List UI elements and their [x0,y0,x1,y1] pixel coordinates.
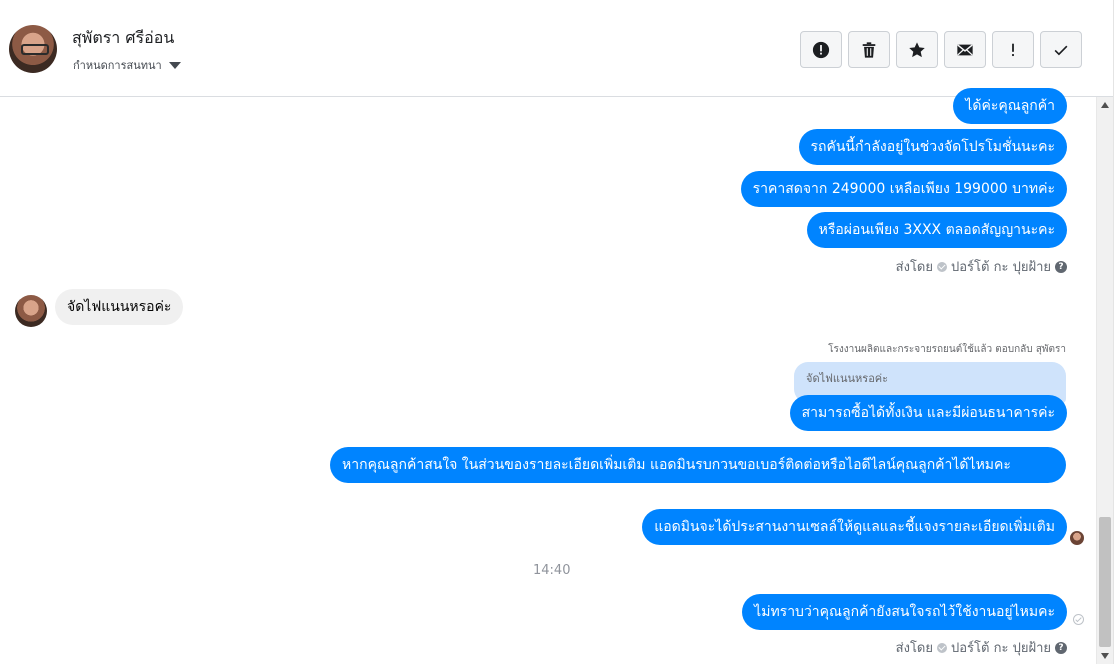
scroll-down-arrow-icon[interactable] [1101,653,1109,659]
sent-by-sender[interactable]: ปอร์โต้ กะ ปุยฝ้าย [951,637,1051,658]
sent-status-icon [1073,614,1084,625]
help-icon[interactable]: ? [1055,641,1067,654]
contact-name[interactable]: สุพัตรา ศรีอ่อน [72,26,174,51]
star-icon [909,41,925,57]
check-icon [1054,45,1068,55]
delete-button[interactable] [848,31,890,68]
outgoing-message[interactable]: แอดมินจะได้ประสานงานเซลล์ให้ดูแลและชี้แจ… [642,509,1067,545]
message-timestamp: 14:40 [533,563,571,578]
scroll-up-arrow-icon[interactable] [1101,102,1109,108]
conversation-header: สุพัตรา ศรีอ่อน กำหนดการสนทนา [0,0,1117,97]
seen-avatar [1070,531,1084,545]
chevron-down-icon [168,61,181,69]
outgoing-message[interactable]: ไม่ทราบว่าคุณลูกค้ายังสนใจรถไว้ใช้งานอยู… [742,594,1067,630]
exclamation-icon [1012,43,1014,56]
scrollbar-thumb[interactable] [1099,517,1111,647]
incoming-message[interactable]: จัดไฟแนนหรอค่ะ [55,289,184,325]
mark-unread-button[interactable] [944,31,986,68]
outgoing-message[interactable]: สามารถซื้อได้ทั้งเงิน และมีผ่อนธนาคารค่ะ [789,395,1067,431]
sent-by-prefix: ส่งโดย [895,641,933,656]
mark-important-button[interactable] [992,31,1034,68]
outgoing-message[interactable]: หรือผ่อนเพียง 3XXX ตลอดสัญญานะคะ [806,212,1067,248]
outgoing-message[interactable]: ราคาสดจาก 249000 เหลือเพียง 199000 บาทค่… [740,171,1067,207]
manage-conversation-dropdown[interactable]: กำหนดการสนทนา [73,56,181,74]
vertical-scrollbar[interactable] [1096,97,1113,664]
report-button[interactable] [800,31,842,68]
sent-by-prefix: ส่งโดย [895,260,933,275]
alert-circle-icon [812,41,830,58]
outgoing-message[interactable]: หากคุณลูกค้าสนใจ ในส่วนของรายละเอียดเพิ่… [330,447,1066,483]
sent-by-sender[interactable]: ปอร์โต้ กะ ปุยฝ้าย [951,256,1051,277]
verified-check-icon [937,642,947,653]
contact-avatar-small [15,295,47,327]
sent-by-info: ส่งโดย ปอร์โต้ กะ ปุยฝ้าย ? [896,637,1067,658]
help-icon[interactable]: ? [1055,260,1067,273]
star-button[interactable] [896,31,938,68]
contact-avatar[interactable] [9,25,57,73]
outgoing-message[interactable]: ได้ค่ะคุณลูกค้า [953,88,1067,124]
trash-icon [862,41,876,58]
reply-context: โรงงานผลิตและกระจายรถยนต์ใช้แล้ว ตอบกลับ… [828,344,1066,355]
conversation-toolbar [800,31,1082,68]
sent-by-info: ส่งโดย ปอร์โต้ กะ ปุยฝ้าย ? [896,256,1067,277]
verified-check-icon [937,261,947,272]
window-edge [1113,0,1117,664]
envelope-icon [957,43,973,55]
outgoing-message[interactable]: รถคันนี้กำลังอยู่ในช่วงจัดโปรโมชั่นนะคะ [798,129,1067,165]
manage-conversation-label: กำหนดการสนทนา [73,59,162,72]
mark-done-button[interactable] [1040,31,1082,68]
